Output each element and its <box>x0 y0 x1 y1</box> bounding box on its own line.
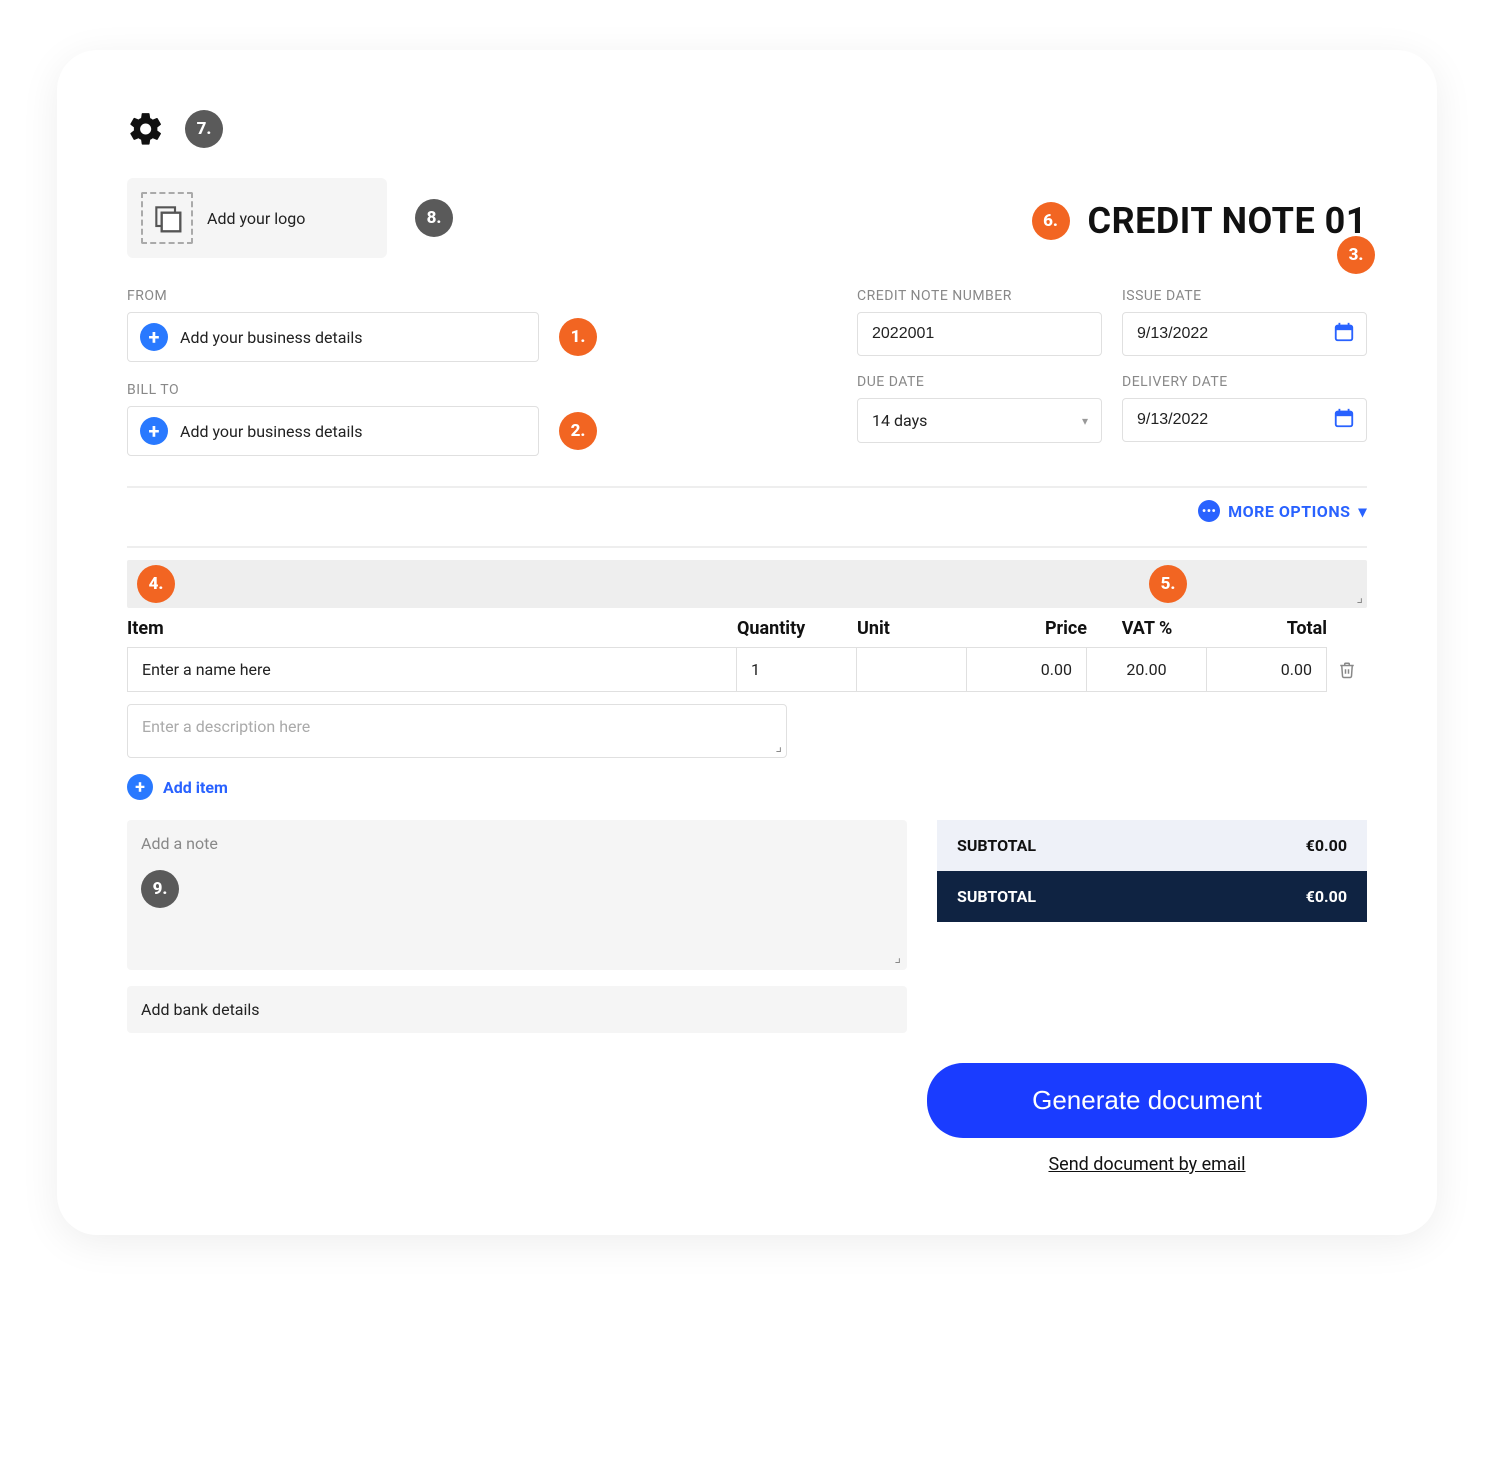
add-logo-button[interactable]: Add your logo <box>127 178 387 258</box>
billto-placeholder: Add your business details <box>180 422 362 441</box>
item-price-input[interactable]: 0.00 <box>967 647 1087 692</box>
issue-date-label: ISSUE DATE <box>1122 288 1367 304</box>
annotation-8: 8. <box>415 199 453 237</box>
items-section: 4. 5. ⌟ Item Quantity Unit Price VAT % T… <box>127 560 1367 1175</box>
gear-icon[interactable] <box>127 110 165 148</box>
resize-handle-icon: ⌟ <box>1356 590 1363 606</box>
header-total: Total <box>1207 618 1327 639</box>
document-editor: 7. Add your logo 8. 6. CREDIT NOTE 01 FR… <box>57 50 1437 1235</box>
annotation-7: 7. <box>185 110 223 148</box>
delivery-date-input[interactable] <box>1122 398 1367 442</box>
image-placeholder-icon <box>141 192 193 244</box>
totals-box: SUBTOTAL €0.00 SUBTOTAL €0.00 <box>937 820 1367 922</box>
chevron-down-icon: ▾ <box>1358 502 1367 521</box>
annotation-6: 6. <box>1032 202 1070 240</box>
plus-icon: + <box>127 774 153 800</box>
generate-document-button[interactable]: Generate document <box>927 1063 1367 1138</box>
subtotal-row: SUBTOTAL €0.00 <box>937 820 1367 871</box>
item-description-input[interactable]: Enter a description here ⌟ <box>127 704 787 758</box>
due-date-label: DUE DATE <box>857 374 1102 390</box>
item-unit-input[interactable] <box>857 647 967 692</box>
item-description-placeholder: Enter a description here <box>142 717 310 736</box>
header-qty: Quantity <box>737 618 857 639</box>
annotation-5: 5. <box>1149 565 1187 603</box>
item-row: Enter a name here 1 0.00 20.00 0.00 <box>127 647 1367 692</box>
plus-icon: + <box>140 323 168 351</box>
annotation-4: 4. <box>137 565 175 603</box>
issue-date-input[interactable] <box>1122 312 1367 356</box>
billto-input[interactable]: + Add your business details <box>127 406 539 456</box>
billto-label: BILL TO <box>127 382 597 398</box>
number-label: CREDIT NOTE NUMBER <box>857 288 1102 304</box>
subtotal-value: €0.00 <box>1306 836 1347 855</box>
more-options-label: MORE OPTIONS <box>1228 502 1350 521</box>
annotation-3: 3. <box>1337 236 1375 274</box>
header-vat: VAT % <box>1087 618 1207 639</box>
top-toolbar: 7. <box>127 110 1367 148</box>
dots-icon: ••• <box>1198 500 1220 522</box>
header-unit: Unit <box>857 618 967 639</box>
items-banner-textarea[interactable]: 4. 5. ⌟ <box>127 560 1367 608</box>
from-placeholder: Add your business details <box>180 328 362 347</box>
item-total-input[interactable]: 0.00 <box>1207 647 1327 692</box>
items-header-row: Item Quantity Unit Price VAT % Total <box>127 614 1367 647</box>
from-input[interactable]: + Add your business details <box>127 312 539 362</box>
add-item-button[interactable]: + Add item <box>127 774 1367 800</box>
from-label: FROM <box>127 288 597 304</box>
note-placeholder: Add a note <box>141 834 218 853</box>
item-qty-input[interactable]: 1 <box>737 647 857 692</box>
send-by-email-link[interactable]: Send document by email <box>1048 1154 1245 1175</box>
note-textarea[interactable]: Add a note 9. ⌟ <box>127 820 907 970</box>
resize-handle-icon: ⌟ <box>894 950 901 966</box>
header-price: Price <box>967 618 1087 639</box>
delivery-date-label: DELIVERY DATE <box>1122 374 1367 390</box>
annotation-2: 2. <box>559 412 597 450</box>
plus-icon: + <box>140 417 168 445</box>
delete-row-button[interactable] <box>1327 647 1367 692</box>
item-vat-input[interactable]: 20.00 <box>1087 647 1207 692</box>
annotation-1: 1. <box>559 318 597 356</box>
annotation-9: 9. <box>141 870 179 908</box>
grand-total-value: €0.00 <box>1306 887 1347 906</box>
parties-column: FROM + Add your business details 1. BILL… <box>127 288 597 456</box>
subtotal-label: SUBTOTAL <box>957 836 1036 855</box>
grand-total-label: SUBTOTAL <box>957 887 1036 906</box>
add-item-label: Add item <box>163 778 228 797</box>
more-options-button[interactable]: ••• MORE OPTIONS ▾ <box>127 500 1367 522</box>
add-logo-label: Add your logo <box>207 209 305 228</box>
number-input[interactable] <box>857 312 1102 356</box>
grand-total-row: SUBTOTAL €0.00 <box>937 871 1367 922</box>
details-row: FROM + Add your business details 1. BILL… <box>127 288 1367 456</box>
document-title[interactable]: CREDIT NOTE 01 <box>1088 200 1367 242</box>
resize-handle-icon: ⌟ <box>775 739 782 755</box>
meta-column: 3. CREDIT NOTE NUMBER ISSUE DATE <box>857 288 1367 443</box>
due-date-select[interactable]: 14 days <box>857 398 1102 443</box>
item-name-input[interactable]: Enter a name here <box>127 647 737 692</box>
add-bank-details-button[interactable]: Add bank details <box>127 986 907 1033</box>
header-item: Item <box>127 618 737 639</box>
header-row: Add your logo 8. 6. CREDIT NOTE 01 <box>127 178 1367 258</box>
